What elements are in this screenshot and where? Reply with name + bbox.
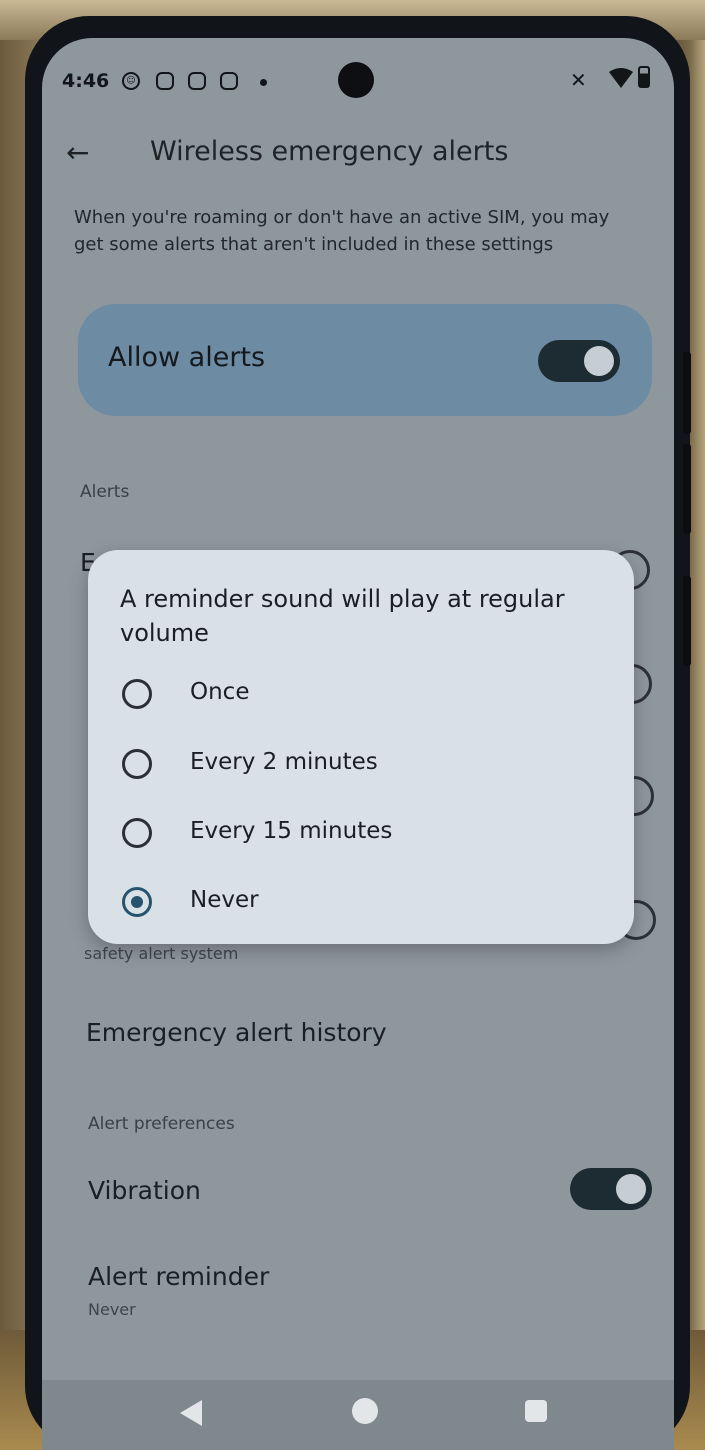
- toggle-knob: [584, 346, 614, 376]
- option-never[interactable]: Never: [88, 874, 634, 934]
- face-icon: ☺: [122, 72, 140, 90]
- reminder-dialog: A reminder sound will play at regular vo…: [88, 550, 634, 944]
- option-label: Every 15 minutes: [190, 818, 393, 844]
- status-bar: 4:46 ☺ ✕: [42, 38, 674, 128]
- alerts-section-header: Alerts: [80, 482, 130, 502]
- allow-alerts-card[interactable]: Allow alerts: [78, 304, 652, 416]
- radio-button-selected[interactable]: [122, 887, 152, 917]
- partial-alert-subtext: safety alert system: [84, 944, 239, 963]
- emergency-alert-history-item[interactable]: Emergency alert history: [86, 1018, 387, 1047]
- message-icon: [220, 72, 238, 90]
- clipboard-icon: [188, 72, 206, 90]
- battery-icon: [638, 66, 650, 88]
- option-once[interactable]: Once: [88, 666, 634, 726]
- radio-button[interactable]: [122, 749, 152, 779]
- toggle-knob: [616, 1174, 646, 1204]
- notification-dot-icon: [260, 79, 267, 86]
- app-bar: ← Wireless emergency alerts: [42, 128, 674, 188]
- recents-square-icon[interactable]: [525, 1400, 547, 1422]
- alert-preferences-header: Alert preferences: [88, 1114, 235, 1134]
- option-label: Every 2 minutes: [190, 749, 378, 775]
- option-every-15-minutes[interactable]: Every 15 minutes: [88, 805, 634, 865]
- allow-alerts-label: Allow alerts: [108, 342, 266, 373]
- allow-alerts-toggle[interactable]: [538, 340, 620, 382]
- back-arrow-icon[interactable]: ←: [66, 136, 89, 169]
- page-title: Wireless emergency alerts: [150, 136, 509, 167]
- dialog-title: A reminder sound will play at regular vo…: [120, 585, 565, 647]
- back-triangle-icon[interactable]: [180, 1400, 202, 1426]
- phone-screen: 4:46 ☺ ✕ ← Wireless emergency alerts Whe…: [42, 38, 674, 1450]
- option-label: Once: [190, 679, 250, 705]
- mute-vibrate-icon: ✕: [570, 68, 587, 92]
- option-every-2-minutes[interactable]: Every 2 minutes: [88, 736, 634, 796]
- wifi-icon: [609, 68, 633, 88]
- vibration-toggle[interactable]: [570, 1168, 652, 1210]
- radio-button[interactable]: [122, 818, 152, 848]
- volume-down-button: [683, 444, 691, 534]
- alert-reminder-item[interactable]: Alert reminder: [88, 1262, 269, 1291]
- alert-reminder-value: Never: [88, 1300, 136, 1319]
- volume-up-button: [683, 352, 691, 434]
- home-circle-icon[interactable]: [352, 1398, 378, 1424]
- navigation-bar: [42, 1380, 674, 1450]
- radio-button[interactable]: [122, 679, 152, 709]
- sim-icon: [156, 72, 174, 90]
- option-label: Never: [190, 887, 259, 913]
- camera-cutout: [338, 62, 374, 98]
- status-time: 4:46: [62, 70, 110, 92]
- roaming-info-text: When you're roaming or don't have an act…: [74, 207, 610, 255]
- vibration-label: Vibration: [88, 1176, 201, 1205]
- power-button: [683, 576, 691, 666]
